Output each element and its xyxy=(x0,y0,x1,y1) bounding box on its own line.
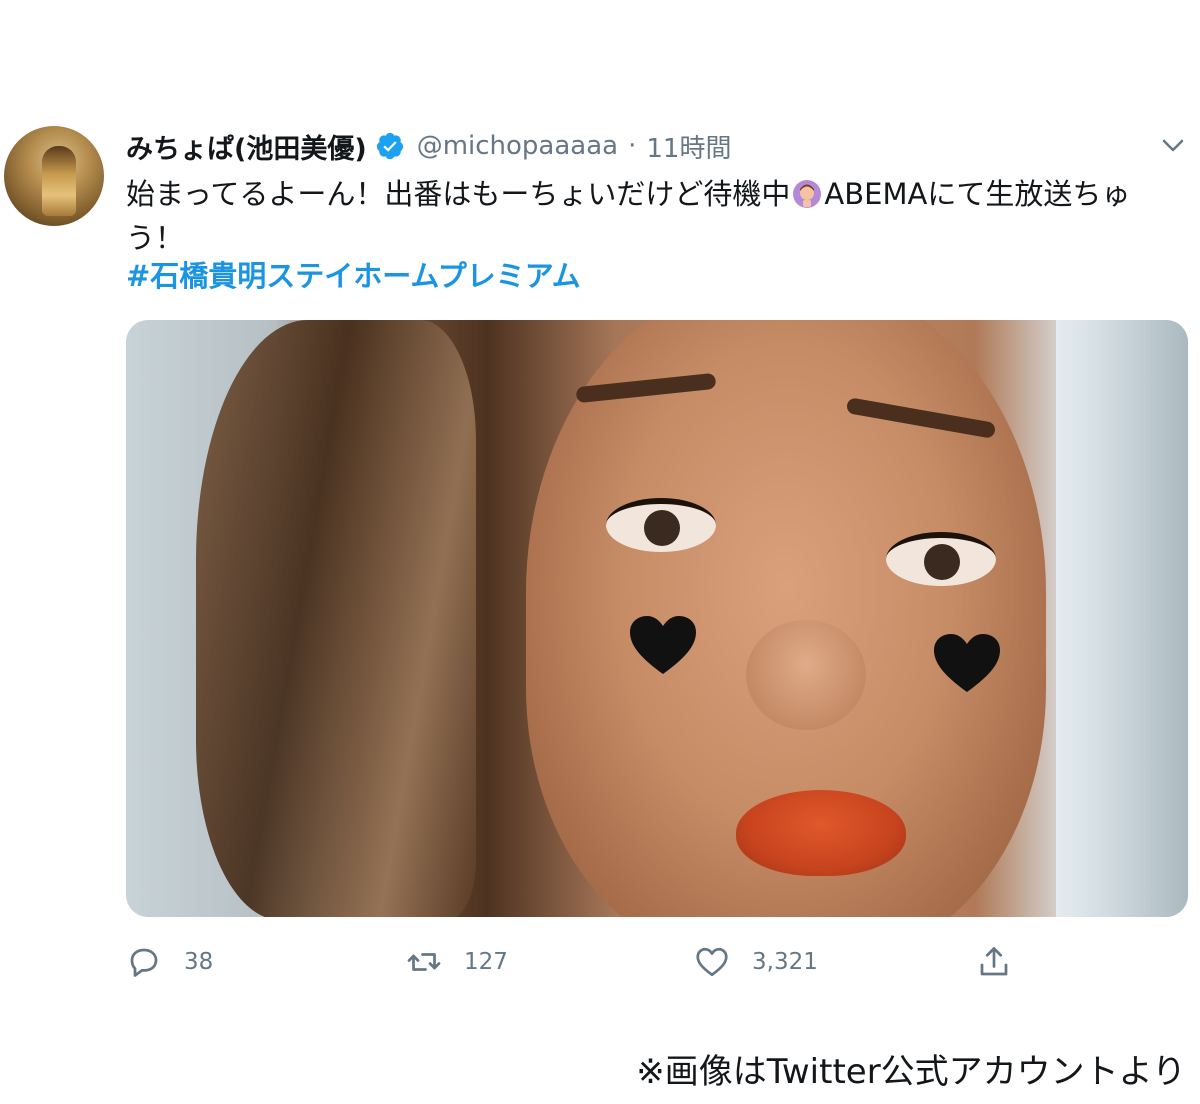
verified-badge-icon xyxy=(376,132,403,160)
photo-lips xyxy=(736,790,906,876)
like-count: 3,321 xyxy=(752,949,818,975)
photo-right-eye xyxy=(886,532,996,586)
tweet-screenshot-page: みちょぱ(池田美優) @michopaaaaa · 11時間 始まってるよーん！… xyxy=(0,0,1200,1104)
woman-gesturing-ok-emoji-icon xyxy=(793,180,822,208)
photo-hair xyxy=(196,320,476,917)
retweet-button[interactable]: 127 xyxy=(406,940,508,984)
avatar[interactable] xyxy=(4,126,104,226)
image-credit-caption: ※画像はTwitter公式アカウントより xyxy=(636,1052,1186,1092)
share-icon xyxy=(980,947,1008,976)
retweet-icon xyxy=(407,953,441,971)
black-heart-icon xyxy=(630,616,696,674)
display-name[interactable]: みちょぱ(池田美優) xyxy=(126,127,367,166)
chevron-down-icon[interactable] xyxy=(1160,136,1186,156)
tweet-actions-bar: 38 127 3,321 xyxy=(126,940,1026,984)
heart-outline-icon xyxy=(696,947,728,977)
hashtag-link[interactable]: #石橋貴明ステイホームプレミアム xyxy=(126,254,581,298)
tweet-text: 始まってるよーん！出番はもーちょいだけど待機中 ABEMAにて生放送ちゅう！ xyxy=(126,172,1176,260)
header-separator: · xyxy=(628,131,637,161)
reply-button[interactable]: 38 xyxy=(126,940,213,984)
photo-left-eye xyxy=(606,498,716,552)
tweet-text-part1: 始まってるよーん！出番はもーちょいだけど待機中 xyxy=(126,177,791,211)
share-button[interactable] xyxy=(976,940,1012,984)
avatar-figure xyxy=(42,146,76,216)
like-button[interactable]: 3,321 xyxy=(694,940,818,984)
user-handle[interactable]: @michopaaaaa xyxy=(417,131,618,161)
tweet-timestamp[interactable]: 11時間 xyxy=(646,128,731,165)
reply-icon xyxy=(130,948,158,977)
photo-nose xyxy=(746,620,866,730)
reply-count: 38 xyxy=(184,949,214,975)
tweet-header: みちょぱ(池田美優) @michopaaaaa · 11時間 xyxy=(126,126,731,166)
tweet-media-photo[interactable] xyxy=(126,320,1188,917)
retweet-count: 127 xyxy=(464,949,508,975)
photo-window xyxy=(1056,320,1188,917)
black-heart-icon xyxy=(934,634,1000,692)
